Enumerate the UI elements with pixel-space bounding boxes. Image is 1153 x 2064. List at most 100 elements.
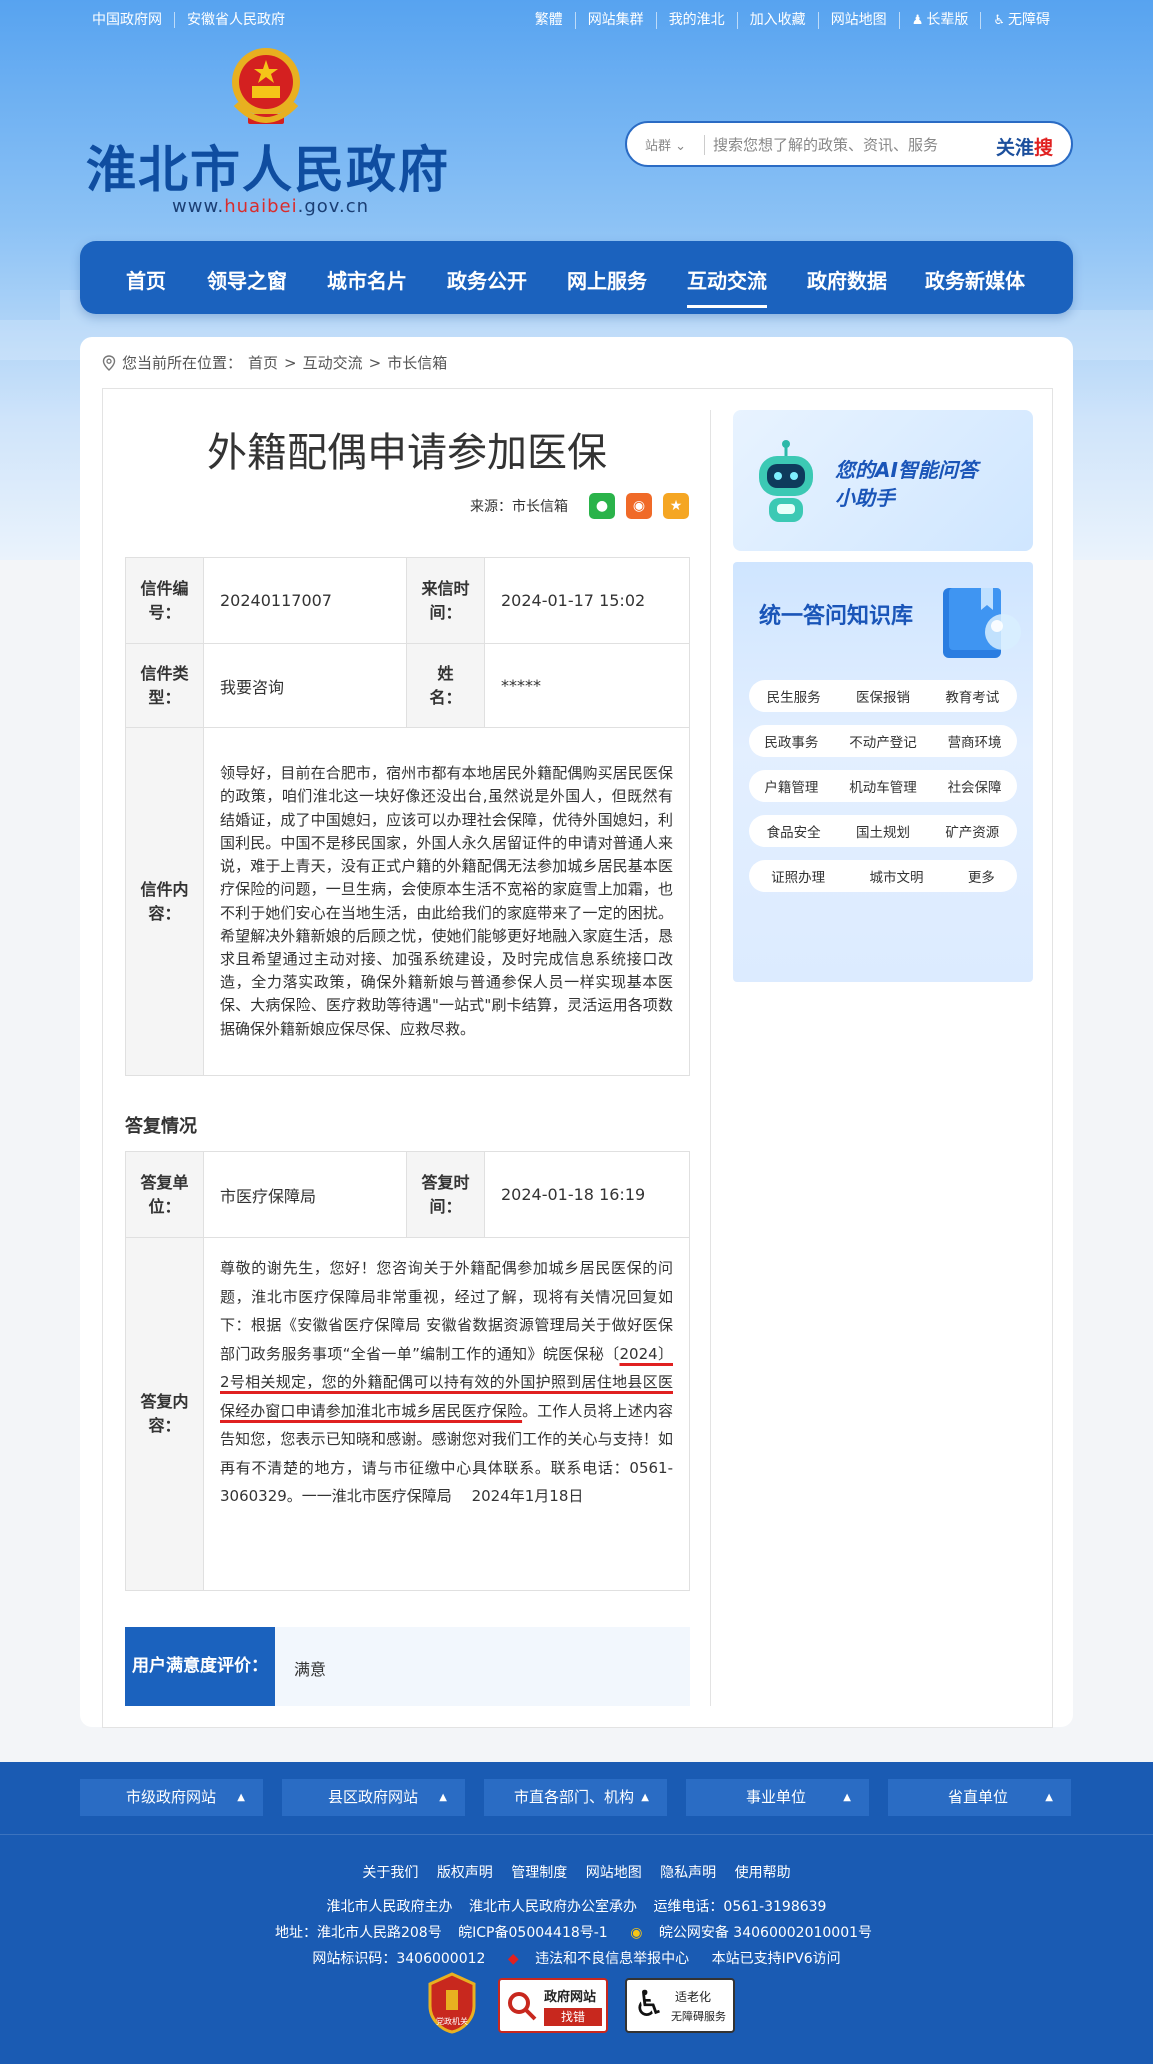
breadcrumb-mayor-mailbox[interactable]: 市长信箱 — [387, 352, 447, 373]
main-navigation: 首页 领导之窗 城市名片 政务公开 网上服务 互动交流 政府数据 政务新媒体 — [80, 241, 1073, 314]
nav-item-gov-affairs[interactable]: 政务公开 — [447, 265, 527, 294]
rating-label: 用户满意度评价： — [125, 1627, 275, 1706]
kb-item[interactable]: 食品安全 — [767, 821, 821, 841]
breadcrumb-separator: > — [368, 353, 382, 372]
footer-host-info: 淮北市人民政府主办 淮北市人民政府办公室承办 运维电话：0561-3198639 — [326, 1899, 827, 1915]
kb-item[interactable]: 医保报销 — [856, 686, 910, 706]
elderly-accessibility-badge[interactable]: ♿ 适老化 无障碍服务 — [625, 1978, 735, 2033]
letter-name-value: ***** — [484, 643, 690, 728]
search-button[interactable]: 关淮搜 — [996, 133, 1053, 160]
kb-item[interactable]: 城市文明 — [869, 866, 923, 886]
kb-item[interactable]: 民生服务 — [767, 686, 821, 706]
link-add-favorite[interactable]: 加入收藏 — [736, 12, 818, 29]
site-title: 淮北市人民政府 — [86, 140, 450, 199]
footer-report-link[interactable]: ◆ 违法和不良信息举报中心 — [502, 1951, 695, 1967]
search-input[interactable] — [713, 133, 963, 157]
reply-content-label: 答复内容： — [125, 1237, 204, 1591]
kb-item[interactable]: 机动车管理 — [849, 776, 917, 796]
site-url: www.huaibei.gov.cn — [172, 196, 370, 217]
wheelchair-icon: ♿ — [993, 13, 1005, 28]
link-china-gov[interactable]: 中国政府网 — [92, 12, 174, 28]
kb-item[interactable]: 不动产登记 — [849, 731, 917, 751]
link-anhui-gov[interactable]: 安徽省人民政府 — [174, 12, 297, 28]
link-sitemap[interactable]: 网站地图 — [817, 12, 899, 29]
nav-item-leaders[interactable]: 领导之窗 — [207, 265, 287, 294]
caret-up-icon: ▲ — [843, 1792, 851, 1803]
report-shield-icon: ◆ — [507, 1951, 519, 1967]
footer-registration-info: 地址：淮北市人民路208号 皖ICP备05004418号-1 ◉ 皖公网安备 3… — [0, 1922, 1153, 1942]
favorite-icon[interactable]: ★ — [663, 493, 689, 519]
breadcrumb-home[interactable]: 首页 — [248, 352, 278, 373]
nav-item-new-media[interactable]: 政务新媒体 — [925, 265, 1025, 294]
footer-icp-link[interactable]: 皖ICP备05004418号-1 — [458, 1925, 608, 1941]
nav-item-online-service[interactable]: 网上服务 — [567, 265, 647, 294]
kb-item[interactable]: 社会保障 — [948, 776, 1002, 796]
dropdown-provincial-units[interactable]: 省直单位 ▲ — [888, 1779, 1071, 1816]
kb-more-button[interactable]: 更多 — [968, 866, 995, 886]
top-utility-bar: 中国政府网 安徽省人民政府 繁體 网站集群 我的淮北 加入收藏 网站地图 ♟ 长辈… — [92, 12, 1062, 36]
reply-time-value: 2024-01-18 16:19 — [484, 1151, 690, 1238]
table-row: 答复内容： 尊敬的谢先生，您好！您咨询关于外籍配偶参加城乡居民医保的问题，淮北市… — [125, 1237, 690, 1591]
breadcrumb-interaction[interactable]: 互动交流 — [303, 352, 363, 373]
search-divider — [704, 135, 705, 155]
footer-link-sitemap[interactable]: 网站地图 — [586, 1865, 642, 1881]
kb-item[interactable]: 户籍管理 — [764, 776, 818, 796]
search-scope-select[interactable]: 站群 ⌄ — [645, 135, 686, 154]
footer-site-code-info: 网站标识码：3406000012 ◆ 违法和不良信息举报中心 本站已支持IPV6… — [312, 1951, 841, 1967]
kb-item[interactable]: 民政事务 — [764, 731, 818, 751]
wechat-icon[interactable]: ● — [589, 493, 615, 519]
letter-type-label: 信件类型： — [125, 643, 204, 728]
table-row: 信件编号： 20240117007 来信时间： 2024-01-17 15:02 — [125, 557, 690, 644]
letter-time-label: 来信时间： — [406, 557, 485, 644]
link-my-huaibei[interactable]: 我的淮北 — [655, 12, 737, 29]
kb-row: 户籍管理 机动车管理 社会保障 — [749, 770, 1017, 802]
dropdown-city-departments[interactable]: 市直各部门、机构 ▲ — [484, 1779, 667, 1816]
footer-link-copyright[interactable]: 版权声明 — [437, 1865, 493, 1881]
nav-item-home[interactable]: 首页 — [126, 265, 166, 294]
location-pin-icon — [102, 354, 116, 371]
link-site-cluster[interactable]: 网站集群 — [574, 12, 656, 29]
gov-site-error-report-badge[interactable]: 政府网站 找错 — [498, 1978, 608, 2033]
nav-item-gov-data[interactable]: 政府数据 — [807, 265, 887, 294]
kb-row: 食品安全 国土规划 矿产资源 — [749, 815, 1017, 847]
article-source: 来源：市长信箱 — [470, 499, 568, 515]
nav-item-city-card[interactable]: 城市名片 — [327, 265, 407, 294]
party-gov-organ-badge[interactable]: 党政机关 — [426, 1972, 478, 2034]
dropdown-public-institutions[interactable]: 事业单位 ▲ — [686, 1779, 869, 1816]
ai-card-line2: 小助手 — [835, 486, 895, 510]
table-row: 答复单位： 市医疗保障局 答复时间： 2024-01-18 16:19 — [125, 1151, 690, 1238]
kb-item[interactable]: 营商环境 — [948, 731, 1002, 751]
link-accessibility[interactable]: ♿ 无障碍 — [980, 12, 1062, 29]
search-box: 站群 ⌄ 关淮搜 — [625, 121, 1073, 167]
footer-link-privacy[interactable]: 隐私声明 — [660, 1865, 716, 1881]
footer-link-policy[interactable]: 管理制度 — [511, 1865, 567, 1881]
link-elder-mode[interactable]: ♟ 长辈版 — [898, 12, 981, 29]
kb-item[interactable]: 教育考试 — [945, 686, 999, 706]
footer-link-about[interactable]: 关于我们 — [362, 1865, 418, 1881]
satisfaction-rating: 用户满意度评价： 满意 — [125, 1627, 690, 1706]
kb-item[interactable]: 矿产资源 — [945, 821, 999, 841]
ai-assistant-card[interactable]: 您的AI智能问答 小助手 — [733, 410, 1033, 551]
footer-link-help[interactable]: 使用帮助 — [735, 1865, 791, 1881]
caret-up-icon: ▲ — [237, 1792, 245, 1803]
footer-divider — [0, 1834, 1153, 1835]
kb-item[interactable]: 国土规划 — [856, 821, 910, 841]
footer-police-link[interactable]: ◉ 皖公网安备 34060002010001号 — [624, 1925, 878, 1941]
kb-item[interactable]: 证照办理 — [771, 866, 825, 886]
party-gov-badge-icon: 党政机关 — [428, 1972, 476, 2034]
breadcrumb-separator: > — [284, 353, 297, 372]
book-icon — [943, 588, 1021, 658]
kb-row: 民生服务 医保报销 教育考试 — [749, 680, 1017, 712]
ai-card-line1: 您的AI智能问答 — [835, 458, 978, 482]
dropdown-county-sites[interactable]: 县区政府网站 ▲ — [282, 1779, 465, 1816]
link-traditional-chinese[interactable]: 繁體 — [523, 12, 575, 29]
nav-item-interaction[interactable]: 互动交流 — [687, 265, 767, 308]
kb-row: 民政事务 不动产登记 营商环境 — [749, 725, 1017, 757]
caret-up-icon: ▲ — [641, 1792, 649, 1803]
weibo-icon[interactable]: ◉ — [626, 493, 652, 519]
rating-value: 满意 — [294, 1660, 327, 1679]
svg-text:党政机关: 党政机关 — [436, 2016, 468, 2026]
dropdown-city-sites[interactable]: 市级政府网站 ▲ — [80, 1779, 263, 1816]
reply-info-table: 答复单位： 市医疗保障局 答复时间： 2024-01-18 16:19 答复内容… — [125, 1151, 690, 1591]
column-divider — [710, 410, 711, 1706]
